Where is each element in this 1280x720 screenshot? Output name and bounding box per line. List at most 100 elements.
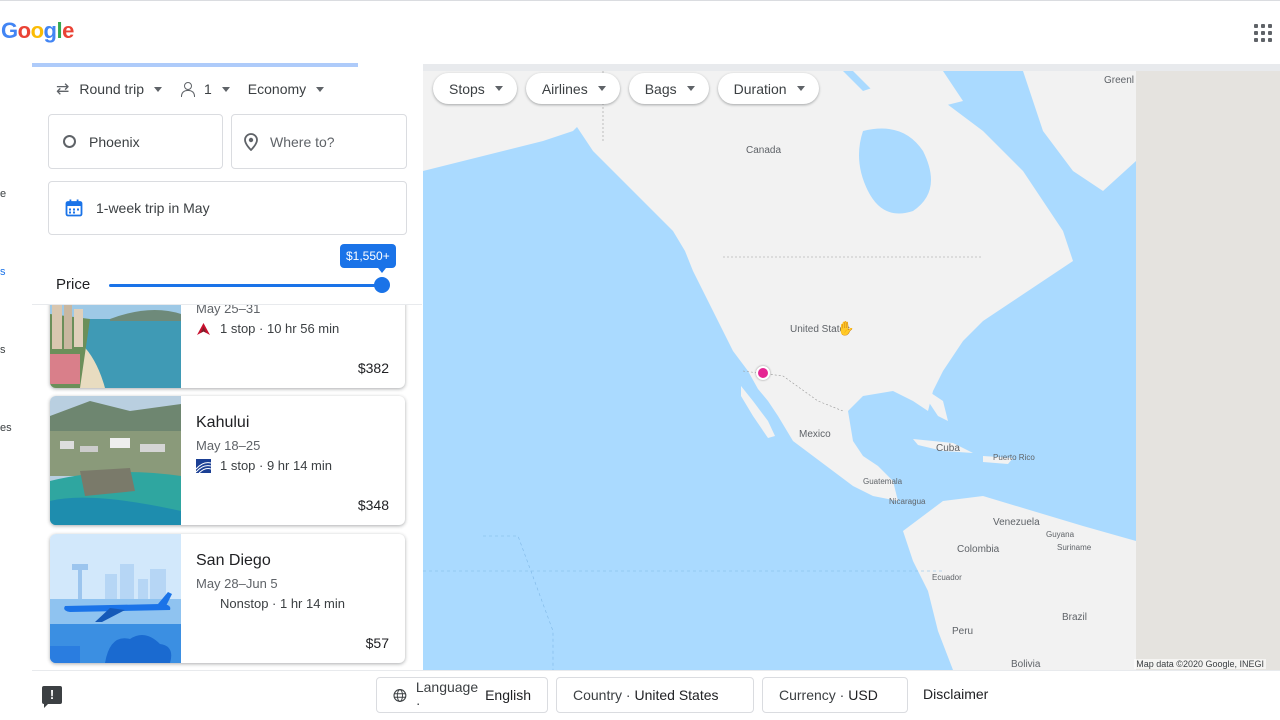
- caret-down-icon: [316, 86, 325, 92]
- nav-fragment-4[interactable]: es: [0, 422, 12, 434]
- location-pin-icon: [244, 132, 258, 151]
- map-label-guatemala: Guatemala: [863, 477, 903, 486]
- result-dates: May 28–Jun 5: [196, 576, 278, 591]
- price-max-tooltip: $1,550+: [340, 244, 396, 273]
- map-label-ecuador: Ecuador: [932, 573, 962, 582]
- result-stops: 1 stop · 10 hr 56 min: [220, 321, 340, 336]
- map-label-brazil: Brazil: [1062, 612, 1088, 623]
- caret-down-icon: [494, 86, 503, 91]
- map-credit: Map data ©2020 Google, INEGI: [1134, 659, 1266, 669]
- duration-chip-label: Duration: [733, 80, 787, 97]
- map-top-strip: [423, 64, 1280, 71]
- map-label-cuba: Cuba: [936, 443, 960, 454]
- price-slider-track[interactable]: [109, 284, 382, 287]
- cabin-select[interactable]: Economy: [247, 81, 325, 97]
- destination-input[interactable]: Where to?: [231, 114, 407, 169]
- result-dates: May 18–25: [196, 438, 261, 453]
- grab-hand-cursor-icon: ✋: [837, 320, 855, 336]
- map-label-peru: Peru: [952, 626, 974, 637]
- result-stops: Nonstop · 1 hr 14 min: [220, 596, 346, 611]
- footer-divider: [32, 670, 1280, 671]
- map-label-mexico: Mexico: [799, 429, 831, 440]
- map-unloaded-tiles: [1136, 71, 1280, 670]
- map-label-colombia: Colombia: [957, 544, 1000, 555]
- result-flight-info: 1 stop · 9 hr 14 min: [196, 458, 332, 473]
- result-card[interactable]: San Diego May 28–Jun 5 Nonstop · 1 hr 14…: [50, 534, 405, 663]
- result-card[interactable]: May 25–31 1 stop · 10 hr 56 min $382: [50, 305, 405, 388]
- language-button[interactable]: Language · English: [376, 677, 548, 713]
- result-flight-info: 1 stop · 10 hr 56 min: [196, 321, 339, 336]
- country-value: United States: [634, 687, 719, 703]
- map-label-guyana: Guyana: [1046, 530, 1075, 539]
- language-label: Language ·: [415, 679, 479, 711]
- origin-value: Phoenix: [89, 133, 140, 150]
- destination-illustration: [50, 534, 181, 663]
- nav-fragment-2[interactable]: s: [0, 266, 6, 278]
- top-border: [0, 0, 1280, 1]
- google-logo[interactable]: Google: [1, 18, 74, 44]
- duration-filter-chip[interactable]: Duration: [717, 73, 819, 104]
- results-list[interactable]: May 25–31 1 stop · 10 hr 56 min $382 Kah…: [32, 305, 422, 669]
- caret-down-icon: [154, 86, 162, 92]
- result-price: $382: [357, 360, 389, 376]
- result-card[interactable]: Kahului May 18–25 1 stop · 9 hr 14 min $…: [50, 396, 405, 525]
- passengers-select[interactable]: 1: [180, 81, 230, 97]
- result-flight-info: Nonstop · 1 hr 14 min: [196, 596, 345, 611]
- destination-photo: [50, 396, 181, 525]
- language-value: English: [485, 687, 531, 703]
- country-button[interactable]: Country · United States: [556, 677, 754, 713]
- result-city: San Diego: [196, 552, 271, 569]
- logo-letter: g: [43, 18, 57, 43]
- stops-filter-chip[interactable]: Stops: [433, 73, 517, 104]
- flights-explore-page: Google e s s es ⇄ Round trip 1 Economy P…: [0, 0, 1280, 720]
- price-label: Price: [56, 276, 91, 293]
- disclaimer-link[interactable]: Disclaimer: [923, 686, 988, 702]
- map-label-greenland: Greenl: [1104, 75, 1135, 86]
- map-label-puerto-rico: Puerto Rico: [993, 453, 1035, 462]
- bags-chip-label: Bags: [644, 80, 677, 97]
- currency-button[interactable]: Currency · USD: [762, 677, 908, 713]
- country-label: Country ·: [573, 687, 631, 703]
- dates-input[interactable]: 1-week trip in May: [48, 181, 407, 235]
- map-label-bolivia: Bolivia: [1011, 659, 1041, 670]
- caret-down-icon: [597, 86, 606, 91]
- calendar-icon: [65, 199, 83, 217]
- result-price: $57: [365, 635, 389, 651]
- person-icon: [180, 82, 195, 97]
- explore-map[interactable]: Canada United States Mexico Cuba Puerto …: [423, 71, 1280, 670]
- origin-input[interactable]: Phoenix: [48, 114, 223, 169]
- cabin-label: Economy: [247, 81, 307, 97]
- map-label-canada: Canada: [746, 145, 782, 156]
- feedback-icon[interactable]: !: [42, 686, 62, 708]
- airlines-chip-label: Airlines: [541, 80, 588, 97]
- nav-fragment-1[interactable]: e: [0, 188, 6, 200]
- apps-grid-icon[interactable]: [1254, 24, 1272, 42]
- stops-chip-label: Stops: [449, 80, 485, 97]
- bags-filter-chip[interactable]: Bags: [628, 73, 709, 104]
- logo-letter: G: [1, 18, 18, 43]
- trip-type-label: Round trip: [79, 81, 144, 97]
- logo-letter: o: [30, 18, 44, 43]
- origin-circle-icon: [63, 135, 76, 148]
- passengers-count: 1: [204, 81, 212, 97]
- result-city: Kahului: [196, 414, 250, 431]
- currency-value: USD: [848, 687, 878, 703]
- delta-logo-icon: [197, 322, 210, 335]
- nav-fragment-3[interactable]: s: [0, 344, 6, 356]
- trip-type-select[interactable]: ⇄ Round trip: [48, 79, 162, 99]
- origin-map-pin[interactable]: [756, 366, 770, 380]
- price-slider-handle[interactable]: [374, 277, 390, 293]
- map-label-nicaragua: Nicaragua: [889, 497, 926, 506]
- airlines-filter-chip[interactable]: Airlines: [525, 73, 620, 104]
- currency-label: Currency ·: [779, 687, 845, 703]
- swap-arrows-icon: ⇄: [56, 81, 70, 98]
- map-label-venezuela: Venezuela: [993, 517, 1040, 528]
- dates-value: 1-week trip in May: [96, 200, 210, 216]
- caret-down-icon: [796, 86, 805, 91]
- caret-down-icon: [686, 86, 695, 91]
- result-price: $348: [357, 497, 389, 513]
- logo-letter: o: [17, 18, 31, 43]
- destination-photo: [50, 305, 181, 388]
- destination-placeholder: Where to?: [270, 133, 335, 150]
- globe-icon: [393, 688, 407, 702]
